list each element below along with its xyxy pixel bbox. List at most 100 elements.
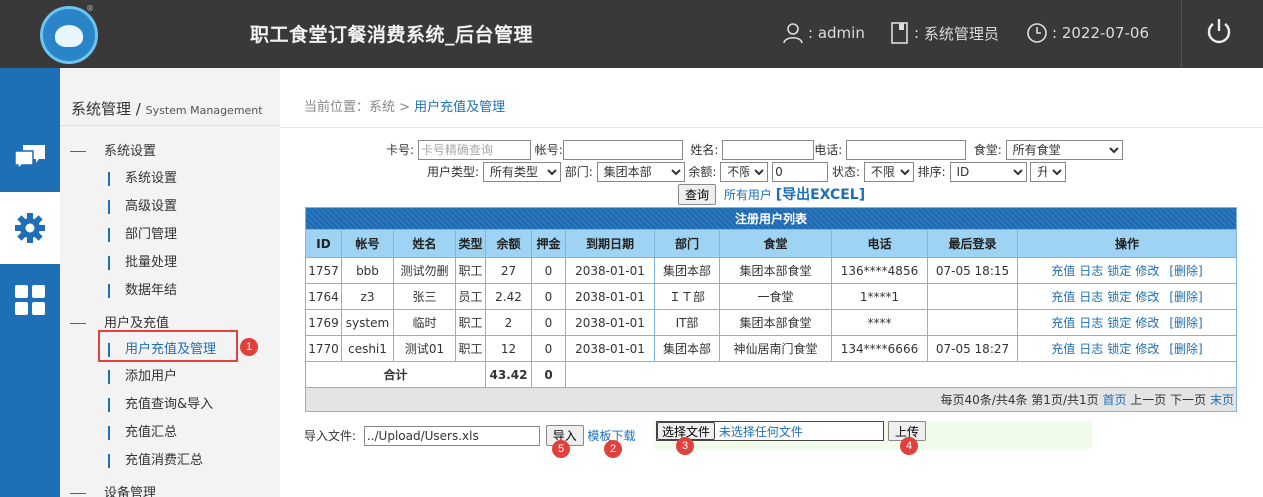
total-label: 合计	[305, 361, 486, 388]
delete-link[interactable]: [删除]	[1169, 290, 1202, 304]
col-type: 类型	[455, 229, 486, 258]
gear-icon	[15, 213, 45, 243]
query-button[interactable]: 查询	[678, 184, 717, 205]
sort-field-select[interactable]: ID	[949, 162, 1027, 182]
user-name: admin	[817, 24, 865, 42]
menu-group-system[interactable]: 系统设置	[70, 140, 156, 159]
menu-item-batch[interactable]: 批量处理	[108, 251, 177, 270]
menu-item-recharge-query[interactable]: 充值查询&导入	[108, 393, 213, 412]
table-cell: 0	[531, 283, 566, 310]
total-balance: 43.42	[485, 361, 532, 388]
card-label: 卡号:	[386, 143, 415, 157]
balance-op-select[interactable]: 不限	[720, 162, 769, 182]
menu-item-consume-summary[interactable]: 充值消费汇总	[108, 449, 203, 468]
phone-label: 电话:	[814, 143, 843, 157]
total-empty	[565, 361, 1237, 388]
edit-link[interactable]: 修改	[1135, 290, 1159, 304]
filter-row-1: 卡号: 帐号: 姓名: 电话: 食堂: 所有食堂	[386, 140, 1123, 160]
card-input[interactable]	[417, 140, 531, 160]
menu-item-system-settings[interactable]: 系统设置	[108, 167, 177, 186]
log-link[interactable]: 日志	[1079, 316, 1103, 330]
dept-select[interactable]: 集团本部	[596, 162, 685, 182]
clock-icon	[1027, 23, 1047, 43]
pager-first[interactable]: 首页	[1102, 393, 1126, 407]
account-input[interactable]	[562, 140, 683, 160]
power-icon[interactable]	[1204, 16, 1234, 46]
pager-info: 每页40条/共4条 第1页/共1页	[940, 393, 1099, 407]
usertype-label: 用户类型:	[427, 165, 480, 179]
recharge-link[interactable]: 充值	[1051, 290, 1075, 304]
table-cell: 136****4856	[831, 257, 928, 284]
canteen-select[interactable]: 所有食堂	[1005, 140, 1123, 160]
menu-item-recharge-summary[interactable]: 充值汇总	[108, 421, 177, 440]
lock-link[interactable]: 锁定	[1107, 290, 1131, 304]
table-cell: ****	[831, 309, 928, 336]
breadcrumb: 当前位置：系统 > 用户充值及管理	[304, 96, 505, 115]
badge-2: 2	[604, 440, 622, 458]
breadcrumb-current[interactable]: 用户充值及管理	[414, 100, 505, 115]
lock-link[interactable]: 锁定	[1107, 316, 1131, 330]
log-link[interactable]: 日志	[1079, 342, 1103, 356]
table-cell: 测试01	[393, 335, 456, 362]
rail-apps[interactable]	[0, 264, 60, 336]
rail-chat[interactable]	[0, 120, 60, 192]
recharge-link[interactable]: 充值	[1051, 316, 1075, 330]
role-info: : 系统管理员	[890, 22, 999, 44]
menu-item-year-end[interactable]: 数据年结	[108, 279, 177, 298]
menu-group-users[interactable]: 用户及充值	[70, 312, 169, 331]
lock-link[interactable]: 锁定	[1107, 264, 1131, 278]
all-users-link[interactable]: 所有用户	[724, 188, 772, 202]
rail-settings[interactable]	[0, 192, 60, 264]
col-expiry: 到期日期	[565, 229, 655, 258]
import-path-input[interactable]	[363, 426, 540, 446]
name-label: 姓名:	[690, 143, 719, 157]
menu-item-label: 充值查询&导入	[125, 397, 214, 412]
table-row: 1764 z3 张三 员工 2.42 0 2038-01-01 ＩＴ部 一食堂 1****1 充值日…	[305, 283, 1237, 310]
lock-link[interactable]: 锁定	[1107, 342, 1131, 356]
recharge-link[interactable]: 充值	[1051, 342, 1075, 356]
registered-mark: ®	[86, 4, 94, 13]
menu-group-devices[interactable]: 设备管理	[70, 482, 156, 497]
name-input[interactable]	[722, 140, 815, 160]
canteen-label: 食堂:	[973, 143, 1002, 157]
menu-divider	[60, 125, 280, 126]
row-actions: 充值 日志 锁定 修改 [删除]	[1017, 335, 1237, 362]
edit-link[interactable]: 修改	[1135, 264, 1159, 278]
export-excel-link[interactable]: [导出EXCEL]	[776, 187, 865, 203]
usertype-select[interactable]: 所有类型	[482, 162, 561, 182]
menu-title: 系统管理 / System Management	[71, 100, 263, 118]
table-cell: 集团本部	[654, 257, 720, 284]
badge-5: 5	[552, 440, 570, 458]
user-info[interactable]: : admin	[782, 22, 865, 44]
table-cell: 07-05 18:15	[927, 257, 1018, 284]
menu-item-user-recharge[interactable]: 用户充值及管理	[108, 338, 216, 357]
phone-input[interactable]	[846, 140, 967, 160]
pager: 每页40条/共4条 第1页/共1页 首页 上一页 下一页 末页	[305, 387, 1237, 412]
balance-input[interactable]	[772, 162, 829, 182]
delete-link[interactable]: [删除]	[1169, 342, 1202, 356]
delete-link[interactable]: [删除]	[1169, 264, 1202, 278]
document-icon	[891, 22, 908, 44]
menu-item-label: 系统设置	[125, 171, 178, 186]
menu-item-label: 高级设置	[125, 199, 178, 214]
col-dept: 部门	[654, 229, 720, 258]
table-cell: 员工	[455, 283, 486, 310]
edit-link[interactable]: 修改	[1135, 316, 1159, 330]
log-link[interactable]: 日志	[1079, 264, 1103, 278]
table-cell: 1769	[305, 309, 342, 336]
table-cell: 2038-01-01	[565, 257, 655, 284]
sub-menu: 系统管理 / System Management 系统设置 系统设置 高级设置 …	[60, 68, 280, 497]
table-cell: bbb	[341, 257, 394, 284]
recharge-link[interactable]: 充值	[1051, 264, 1075, 278]
delete-link[interactable]: [删除]	[1169, 316, 1202, 330]
status-select[interactable]: 不限	[863, 162, 914, 182]
menu-item-advanced-settings[interactable]: 高级设置	[108, 195, 177, 214]
import-row: 导入文件: 导入 模板下载	[304, 425, 636, 446]
pager-last[interactable]: 末页	[1210, 393, 1234, 407]
menu-item-department[interactable]: 部门管理	[108, 223, 177, 242]
menu-item-add-user[interactable]: 添加用户	[108, 365, 177, 384]
log-link[interactable]: 日志	[1079, 290, 1103, 304]
table-cell: ＩＴ部	[654, 283, 720, 310]
edit-link[interactable]: 修改	[1135, 342, 1159, 356]
sort-dir-select[interactable]: 升	[1030, 162, 1067, 182]
